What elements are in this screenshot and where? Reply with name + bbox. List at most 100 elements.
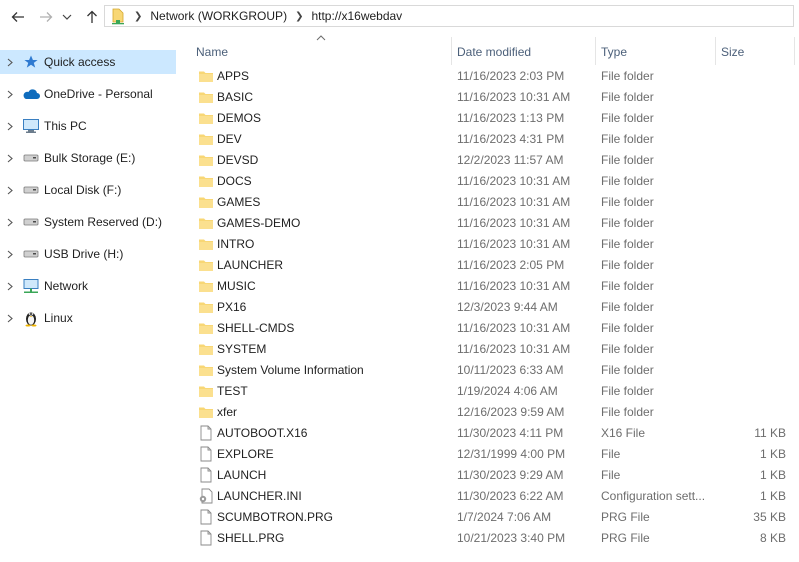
file-row[interactable]: LAUNCHER.INI 11/30/2023 6:22 AM Configurat… — [190, 486, 794, 507]
file-type: File folder — [601, 383, 654, 398]
chevron-right-icon[interactable] — [5, 281, 15, 291]
file-icon — [198, 467, 214, 483]
recent-locations-button[interactable] — [60, 6, 74, 28]
column-header-type[interactable]: Type — [601, 39, 711, 65]
chevron-down-icon — [62, 14, 72, 20]
file-date-modified: 10/11/2023 6:33 AM — [457, 362, 564, 377]
file-type: File folder — [601, 89, 654, 104]
sidebar-item-quick-access[interactable]: Quick access — [0, 50, 176, 74]
file-row[interactable]: SYSTEM 11/16/2023 10:31 AM File folder — [190, 339, 794, 360]
file-row[interactable]: AUTOBOOT.X16 11/30/2023 4:11 PM X16 File 11… — [190, 423, 794, 444]
sidebar-item-this-pc[interactable]: This PC — [0, 114, 176, 138]
column-header-size[interactable]: Size — [721, 39, 791, 65]
file-icon — [198, 509, 214, 525]
file-date-modified: 11/16/2023 10:31 AM — [457, 341, 571, 356]
file-size: 1 KB — [759, 446, 786, 461]
folder-icon — [198, 215, 214, 231]
chevron-right-icon[interactable] — [5, 57, 15, 67]
file-name: SCUMBOTRON.PRG — [217, 509, 334, 524]
folder-icon — [198, 152, 214, 168]
file-row[interactable]: xfer 12/16/2023 9:59 AM File folder — [190, 402, 794, 423]
folder-icon — [198, 362, 214, 378]
sidebar-item-network[interactable]: Network — [0, 274, 176, 298]
file-name: DEVSD — [217, 152, 259, 167]
sidebar-item-usb-drive[interactable]: USB Drive (H:) — [0, 242, 176, 266]
file-row[interactable]: SCUMBOTRON.PRG 1/7/2024 7:06 AM PRG File 35… — [190, 507, 794, 528]
file-type: X16 File — [601, 425, 646, 440]
file-date-modified: 11/16/2023 10:31 AM — [457, 173, 571, 188]
file-name: LAUNCHER.INI — [217, 488, 302, 503]
folder-icon — [198, 194, 214, 210]
folder-icon — [198, 383, 214, 399]
file-date-modified: 11/16/2023 10:31 AM — [457, 320, 571, 335]
file-row[interactable]: DEVSD 12/2/2023 11:57 AM File folder — [190, 150, 794, 171]
file-row[interactable]: LAUNCH 11/30/2023 9:29 AM File 1 KB — [190, 465, 794, 486]
file-size: 1 KB — [759, 467, 786, 482]
file-row[interactable]: INTRO 11/16/2023 10:31 AM File folder — [190, 234, 794, 255]
file-row[interactable]: System Volume Information 10/11/2023 6:33… — [190, 360, 794, 381]
file-row[interactable]: SHELL-CMDS 11/16/2023 10:31 AM File folder — [190, 318, 794, 339]
file-date-modified: 11/30/2023 9:29 AM — [457, 467, 564, 482]
file-row[interactable]: APPS 11/16/2023 2:03 PM File folder — [190, 66, 794, 87]
file-row[interactable]: DOCS 11/16/2023 10:31 AM File folder — [190, 171, 794, 192]
file-row[interactable]: LAUNCHER 11/16/2023 2:05 PM File folder — [190, 255, 794, 276]
column-divider[interactable] — [595, 37, 596, 65]
folder-icon — [198, 110, 214, 126]
breadcrumb-host[interactable]: http://x16webdav — [311, 9, 402, 23]
chevron-right-icon[interactable] — [5, 313, 15, 323]
column-divider[interactable] — [451, 37, 452, 65]
chevron-right-icon[interactable] — [5, 153, 15, 163]
chevron-right-icon[interactable] — [5, 185, 15, 195]
breadcrumb-network[interactable]: Network (WORKGROUP) — [150, 9, 287, 23]
file-row[interactable]: TEST 1/19/2024 4:06 AM File folder — [190, 381, 794, 402]
back-button[interactable] — [7, 6, 29, 28]
folder-icon — [198, 89, 214, 105]
file-name: BASIC — [217, 89, 254, 104]
sidebar-item-linux[interactable]: Linux — [0, 306, 176, 330]
sidebar-item-label: This PC — [44, 119, 87, 133]
sidebar-item-system-reserved[interactable]: System Reserved (D:) — [0, 210, 176, 234]
file-row[interactable]: SHELL.PRG 10/21/2023 3:40 PM PRG File 8 KB — [190, 528, 794, 549]
file-row[interactable]: BASIC 11/16/2023 10:31 AM File folder — [190, 87, 794, 108]
up-button[interactable] — [81, 6, 103, 28]
file-type: File folder — [601, 299, 654, 314]
sidebar-item-onedrive[interactable]: OneDrive - Personal — [0, 82, 176, 106]
column-divider[interactable] — [715, 37, 716, 65]
address-bar[interactable]: ❯ Network (WORKGROUP) ❯ http://x16webdav — [104, 5, 794, 27]
star-icon — [22, 53, 40, 71]
file-row[interactable]: GAMES-DEMO 11/16/2023 10:31 AM File folder — [190, 213, 794, 234]
chevron-right-icon[interactable] — [5, 121, 15, 131]
file-type: File folder — [601, 152, 654, 167]
file-date-modified: 11/16/2023 2:03 PM — [457, 68, 565, 83]
column-header-name[interactable]: Name — [196, 39, 446, 65]
arrow-up-icon — [87, 10, 97, 23]
file-name: PX16 — [217, 299, 247, 314]
chevron-right-icon[interactable] — [5, 217, 15, 227]
column-divider[interactable] — [794, 37, 795, 65]
file-row[interactable]: GAMES 11/16/2023 10:31 AM File folder — [190, 192, 794, 213]
column-header-date[interactable]: Date modified — [457, 39, 592, 65]
chevron-right-icon[interactable] — [5, 89, 15, 99]
sidebar-item-bulk-storage[interactable]: Bulk Storage (E:) — [0, 146, 176, 170]
file-name: EXPLORE — [217, 446, 274, 461]
file-name: System Volume Information — [217, 362, 364, 377]
file-type: File — [601, 467, 621, 482]
file-row[interactable]: MUSIC 11/16/2023 10:31 AM File folder — [190, 276, 794, 297]
breadcrumb-separator-icon: ❯ — [295, 10, 304, 22]
file-name: DEV — [217, 131, 242, 146]
file-type: PRG File — [601, 509, 650, 524]
file-row[interactable]: PX16 12/3/2023 9:44 AM File folder — [190, 297, 794, 318]
file-row[interactable]: DEMOS 11/16/2023 1:13 PM File folder — [190, 108, 794, 129]
file-date-modified: 12/2/2023 11:57 AM — [457, 152, 564, 167]
file-size: 8 KB — [759, 530, 786, 545]
folder-icon — [198, 131, 214, 147]
file-row[interactable]: EXPLORE 12/31/1999 4:00 PM File 1 KB — [190, 444, 794, 465]
file-row[interactable]: DEV 11/16/2023 4:31 PM File folder — [190, 129, 794, 150]
navigation-pane: Quick access OneDrive - Personal This PC… — [0, 34, 178, 562]
file-date-modified: 11/16/2023 10:31 AM — [457, 278, 571, 293]
sidebar-item-label: USB Drive (H:) — [44, 247, 124, 261]
file-name: SYSTEM — [217, 341, 267, 356]
chevron-right-icon[interactable] — [5, 249, 15, 259]
sidebar-item-local-disk[interactable]: Local Disk (F:) — [0, 178, 176, 202]
forward-button[interactable] — [35, 6, 57, 28]
